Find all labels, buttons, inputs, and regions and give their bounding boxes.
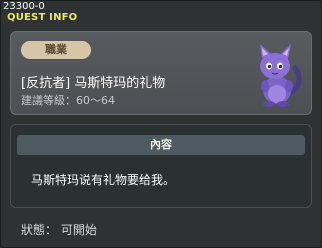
title-bar[interactable]: QUEST INFO [1, 11, 321, 25]
job-tag: 職業 [21, 41, 91, 59]
quest-status: 狀態： 可開始 [21, 223, 97, 237]
level-requirement: 建議等級：60～64 [21, 94, 115, 107]
content-header: 內容 [17, 135, 305, 155]
quest-info-window: 23300-0 QUEST INFO 職業 [反抗者] 马斯特玛的礼物 建議等級… [0, 0, 322, 248]
purple-cat-npc-icon [260, 44, 302, 107]
quest-content-panel: 內容 马斯特玛说有礼物要给我。 [10, 124, 312, 208]
quest-name: [反抗者] 马斯特玛的礼物 [21, 76, 166, 91]
quest-info-panel: 職業 [反抗者] 马斯特玛的礼物 建議等級：60～64 [10, 31, 312, 115]
window-title: QUEST INFO [7, 12, 78, 23]
quest-description: 马斯特玛说有礼物要给我。 [31, 173, 176, 187]
